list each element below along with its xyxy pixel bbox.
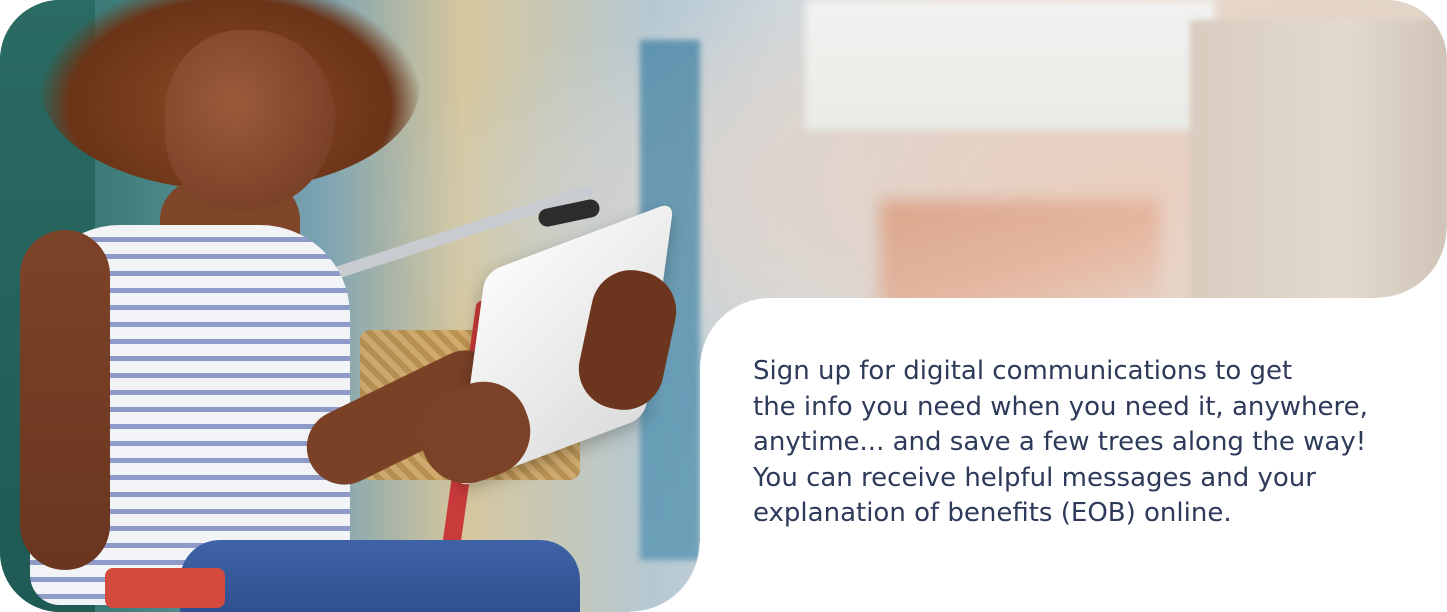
woman-arm: [20, 230, 110, 570]
card-corner-curve: [1377, 228, 1447, 298]
photo-sky: [805, 0, 1215, 130]
signup-message: Sign up for digital communications to ge…: [753, 356, 1368, 528]
woman-skirt: [180, 540, 580, 612]
woman-face: [165, 30, 335, 210]
card-corner-curve-bottom: [630, 542, 700, 612]
woman-belt: [105, 568, 225, 608]
hero-banner: Sign up for digital communications to ge…: [0, 0, 1447, 612]
